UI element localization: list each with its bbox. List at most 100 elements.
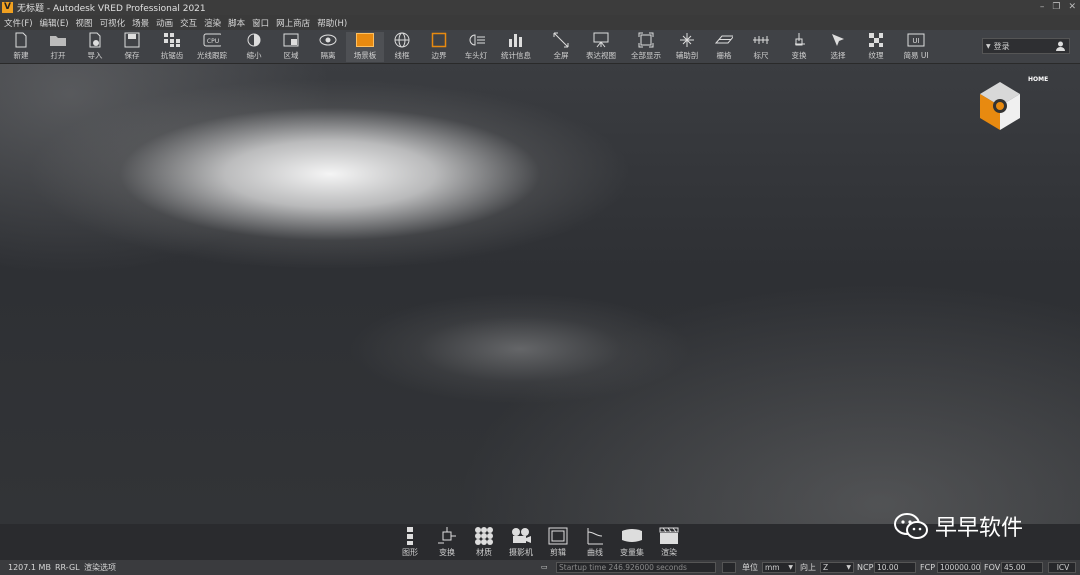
up-value: Z	[823, 563, 829, 572]
tool-label: 导入	[87, 51, 103, 60]
menu-help[interactable]: 帮助(H)	[317, 17, 347, 29]
select-icon	[829, 32, 847, 48]
menu-render[interactable]: 渲染	[204, 17, 221, 29]
render-viewport[interactable]: HOME	[0, 64, 1080, 524]
isolate-button[interactable]: 隔离	[309, 32, 347, 62]
close-icon[interactable]: ✕	[1068, 0, 1076, 15]
menu-interaction[interactable]: 交互	[180, 17, 197, 29]
import-button[interactable]: 导入	[76, 32, 114, 62]
grid-button[interactable]: 栅格	[705, 32, 743, 62]
module-curves-button[interactable]: 曲线	[578, 526, 612, 558]
fullscreen-button[interactable]: 全屏	[542, 32, 580, 62]
menu-visualization[interactable]: 可视化	[100, 17, 126, 29]
presentation-icon	[592, 32, 610, 48]
ncp-input[interactable]: 10.00	[874, 562, 916, 573]
scene-plate-button[interactable]: 场景板	[346, 32, 384, 62]
new-file-icon	[12, 32, 30, 48]
headlight-button[interactable]: 车头灯	[457, 32, 495, 62]
restore-icon[interactable]: ❐	[1052, 0, 1060, 15]
texture-button[interactable]: 纹理	[857, 32, 895, 62]
cpu-badge: CPU	[207, 38, 219, 45]
graph-icon	[399, 526, 421, 546]
scene-plate-icon	[356, 32, 374, 48]
menu-file[interactable]: 文件(F)	[4, 17, 33, 29]
transform-button[interactable]: 变换	[780, 32, 818, 62]
unit-label: 单位	[742, 563, 758, 572]
antialias-button[interactable]: 抗锯齿	[153, 32, 191, 62]
chevron-down-icon: ▼	[986, 42, 991, 50]
unit-select[interactable]: mm ▼	[762, 562, 796, 573]
tool-label: 打开	[50, 51, 66, 60]
presentation-button[interactable]: 表达视图	[582, 32, 620, 62]
tool-label: 全屏	[553, 51, 569, 60]
menu-scene[interactable]: 场景	[132, 17, 149, 29]
raytracing-button[interactable]: CPU 光线跟踪	[193, 32, 231, 62]
unit-value: mm	[765, 563, 780, 572]
fcp-input[interactable]: 100000.00	[937, 562, 981, 573]
clipping-button[interactable]: 辅助剖	[668, 32, 706, 62]
tool-label: 辅助剖	[675, 51, 699, 60]
fov-label: FOV	[984, 563, 1001, 572]
navigation-cube-icon[interactable]	[972, 76, 1028, 136]
tool-label: 全部显示	[631, 51, 661, 60]
menu-bar: 文件(F) 编辑(E) 视图 可视化 场景 动画 交互 渲染 脚本 窗口 网上商…	[0, 15, 1080, 30]
menu-script[interactable]: 脚本	[228, 17, 245, 29]
module-camera-button[interactable]: 摄影机	[504, 526, 538, 558]
menu-view[interactable]: 视图	[76, 17, 93, 29]
module-materials-button[interactable]: 材质	[467, 526, 501, 558]
login-dropdown[interactable]: ▼ 登录	[982, 38, 1070, 54]
ruler-icon	[752, 32, 770, 48]
login-label: 登录	[993, 41, 1010, 51]
fullscreen-icon	[552, 32, 570, 48]
render-options-link[interactable]: 渲染选项	[84, 560, 116, 575]
watermark-text: 早早软件	[935, 516, 1024, 541]
show-all-button[interactable]: 全部显示	[627, 32, 665, 62]
tool-label: 栅格	[716, 51, 732, 60]
statistics-icon	[507, 32, 525, 48]
module-graph-button[interactable]: 图形	[393, 526, 427, 558]
module-transform-button[interactable]: 变换	[430, 526, 464, 558]
tool-label: 新建	[13, 51, 29, 60]
fcp-label: FCP	[920, 563, 936, 572]
clip-icon	[547, 526, 569, 546]
minimize-icon[interactable]: –	[1040, 0, 1045, 15]
unit-toggle[interactable]	[722, 562, 736, 573]
statistics-button[interactable]: 统计信息	[497, 32, 535, 62]
new-button[interactable]: 新建	[2, 32, 40, 62]
fov-input[interactable]: 45.00	[1001, 562, 1043, 573]
wireframe-button[interactable]: 线框	[383, 32, 421, 62]
headlight-icon	[467, 32, 485, 48]
menu-online-store[interactable]: 网上商店	[276, 17, 310, 29]
zoom-out-button[interactable]: 缩小	[235, 32, 273, 62]
module-label: 渲染	[661, 548, 677, 557]
module-clip-button[interactable]: 剪辑	[541, 526, 575, 558]
simple-ui-button[interactable]: UI 简易 UI	[897, 32, 935, 62]
tool-label: 抗锯齿	[160, 51, 184, 60]
region-button[interactable]: 区域	[272, 32, 310, 62]
module-label: 变量集	[620, 548, 644, 557]
bounding-box-icon	[430, 32, 448, 48]
transform-module-icon	[436, 526, 458, 546]
wechat-logo-icon	[894, 513, 928, 539]
menu-edit[interactable]: 编辑(E)	[40, 17, 69, 29]
folder-open-icon	[49, 32, 67, 48]
bounding-box-button[interactable]: 边界	[420, 32, 458, 62]
tool-label: 区域	[283, 51, 299, 60]
tool-label: 边界	[431, 51, 447, 60]
home-label[interactable]: HOME	[1028, 76, 1048, 83]
menu-window[interactable]: 窗口	[252, 17, 269, 29]
module-label: 材质	[476, 548, 492, 557]
menu-animation[interactable]: 动画	[156, 17, 173, 29]
module-render-button[interactable]: 渲染	[652, 526, 686, 558]
eye-icon	[319, 32, 337, 48]
tool-label: 隔离	[320, 51, 336, 60]
open-button[interactable]: 打开	[39, 32, 77, 62]
module-variant-sets-button[interactable]: 变量集	[615, 526, 649, 558]
ruler-button[interactable]: 标尺	[742, 32, 780, 62]
icv-button[interactable]: ICV	[1048, 562, 1076, 573]
save-button[interactable]: 保存	[113, 32, 151, 62]
terminal-icon[interactable]: ▭	[541, 562, 548, 573]
select-button[interactable]: 选择	[819, 32, 857, 62]
simple-ui-icon: UI	[907, 32, 925, 48]
up-axis-select[interactable]: Z ▼	[820, 562, 854, 573]
